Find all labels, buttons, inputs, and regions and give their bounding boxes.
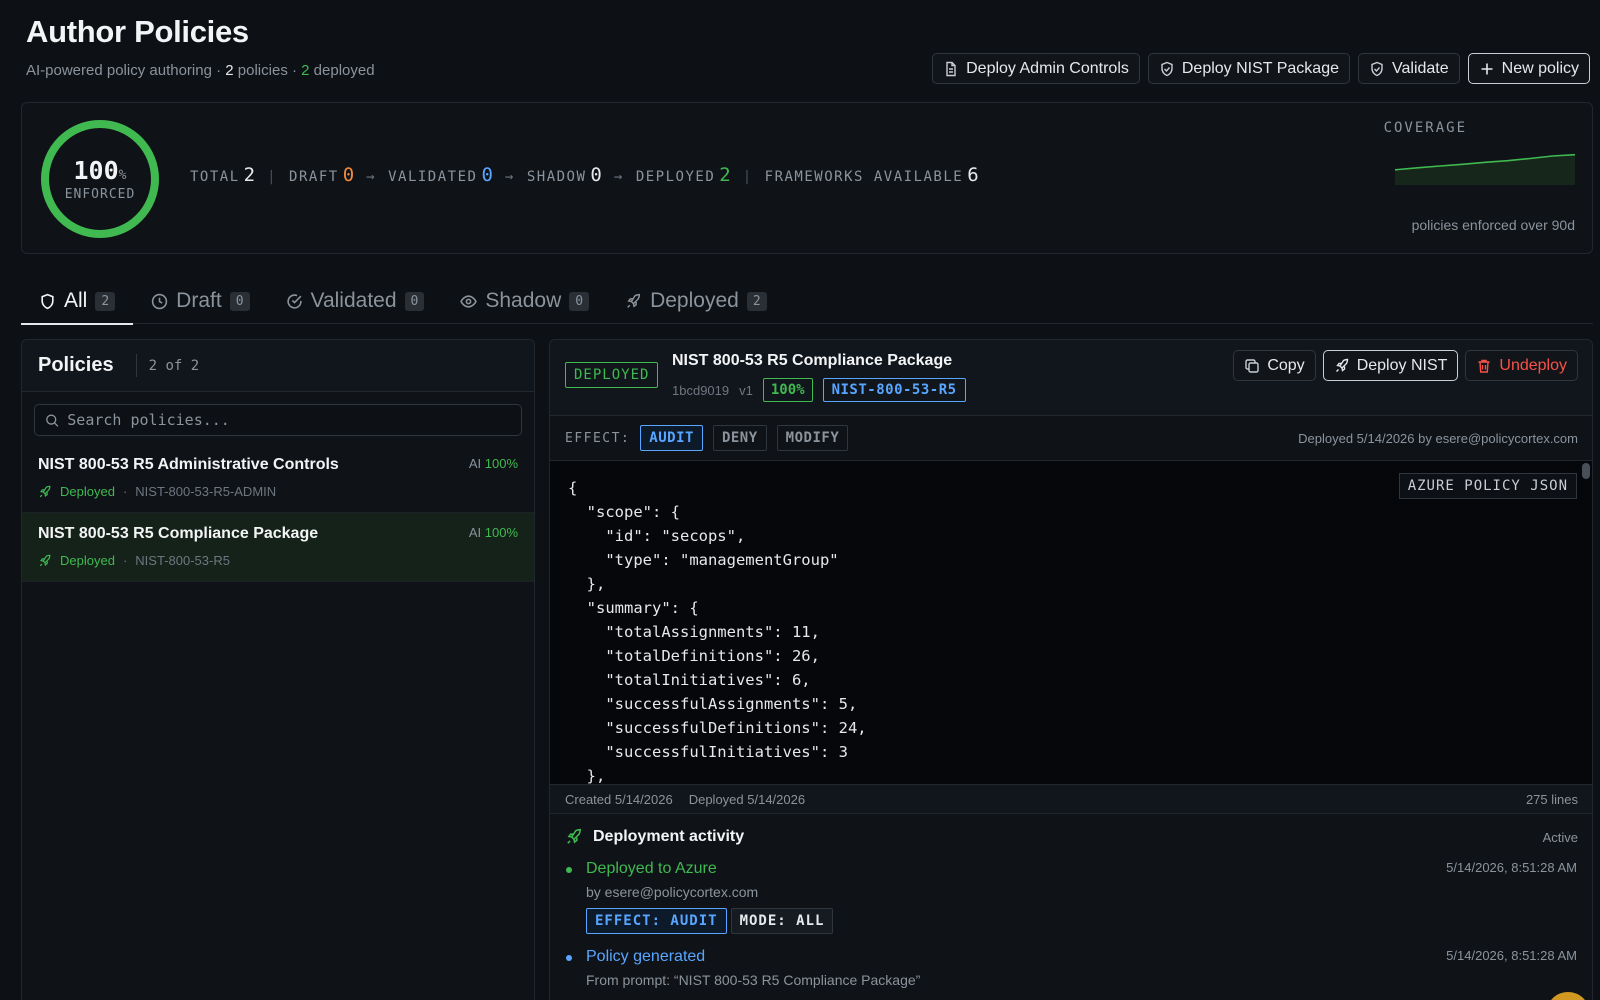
policy-detail-panel: DEPLOYED NIST 800-53 R5 Compliance Packa… bbox=[549, 339, 1593, 1000]
activity-event: Deployed to Azure 5/14/2026, 8:51:28 AM … bbox=[565, 860, 1577, 934]
coverage-title: COVERAGE bbox=[1383, 120, 1467, 136]
search-icon bbox=[46, 413, 59, 427]
deploy-nist-button[interactable]: Deploy NIST bbox=[1322, 350, 1459, 381]
deploy-admin-controls-button[interactable]: Deploy Admin Controls bbox=[932, 53, 1140, 84]
activity-event: Policy generated 5/14/2026, 8:51:28 AM F… bbox=[565, 948, 1577, 988]
page-subtitle: AI-powered policy authoring · 2 policies… bbox=[26, 62, 375, 79]
stat-deployed: DEPLOYED 2 bbox=[635, 164, 731, 186]
code-footer: Created 5/14/2026 Deployed 5/14/2026 275… bbox=[550, 784, 1592, 814]
policy-list-item[interactable]: NIST 800-53 R5 Compliance Package Deploy… bbox=[22, 513, 534, 582]
policy-version: v1 bbox=[739, 382, 753, 398]
event-dot bbox=[566, 955, 572, 961]
pipeline-stats: TOTAL 2 | DRAFT 0 → VALIDATED 0 → SHADOW 0 →… bbox=[190, 164, 979, 186]
stat-total: TOTAL 2 bbox=[190, 164, 256, 186]
status-label: Deployed bbox=[60, 484, 115, 499]
effect-deny-option[interactable]: DENY bbox=[712, 425, 767, 451]
check-circle-icon bbox=[286, 293, 302, 309]
shield-check-icon bbox=[1371, 61, 1383, 76]
stat-validated: VALIDATED 0 bbox=[388, 164, 493, 186]
trash-icon bbox=[1478, 359, 1490, 373]
effect-selector: EFFECT: AUDIT DENY MODIFY Deployed 5/14/… bbox=[550, 416, 1592, 461]
policy-list-item[interactable]: NIST 800-53 R5 Administrative Controls D… bbox=[22, 444, 534, 513]
status-label: Deployed bbox=[60, 553, 115, 568]
search-input[interactable] bbox=[67, 411, 511, 429]
policy-hash: 1bcd9019 bbox=[672, 382, 730, 398]
activity-status: Active bbox=[1542, 830, 1578, 845]
policy-json-viewer[interactable]: { "scope": { "id": "secops", "type": "ma… bbox=[550, 461, 1592, 784]
status-badge: DEPLOYED bbox=[565, 362, 659, 388]
rocket-icon bbox=[1335, 358, 1348, 372]
plus-icon bbox=[1481, 63, 1493, 74]
effect-tag: EFFECT: AUDIT bbox=[586, 908, 727, 934]
stat-shadow: SHADOW 0 bbox=[526, 164, 602, 186]
copy-button[interactable]: Copy bbox=[1233, 350, 1316, 381]
rocket-icon bbox=[567, 828, 581, 844]
ai-score: AI 100% bbox=[468, 456, 518, 471]
coverage-caption: policies enforced over 90d bbox=[1411, 217, 1575, 233]
ai-score: AI 100% bbox=[468, 525, 518, 540]
policy-title: NIST 800-53 R5 Compliance Package bbox=[672, 352, 953, 369]
event-title: Deployed to Azure bbox=[586, 860, 717, 877]
stat-draft: DRAFT 0 bbox=[289, 164, 355, 186]
copy-icon bbox=[1245, 358, 1260, 373]
stat-frameworks: FRAMEWORKS AVAILABLE 6 bbox=[764, 164, 979, 186]
event-by: by esere@policycortex.com bbox=[586, 884, 759, 900]
shield-icon bbox=[41, 293, 54, 309]
json-format-label: AZURE POLICY JSON bbox=[1398, 473, 1577, 499]
tab-shadow[interactable]: Shadow 0 bbox=[442, 278, 607, 324]
new-policy-button[interactable]: New policy bbox=[1467, 53, 1590, 84]
policy-list-count: 2 of 2 bbox=[148, 357, 200, 374]
status-tabs: All 2 Draft 0 Validated 0 Shadow 0 Deplo… bbox=[21, 278, 1593, 325]
effect-audit-option[interactable]: AUDIT bbox=[640, 425, 703, 451]
coverage-area bbox=[1395, 154, 1575, 185]
undeploy-button[interactable]: Undeploy bbox=[1465, 350, 1578, 381]
rocket-icon bbox=[39, 485, 51, 497]
tab-all[interactable]: All 2 bbox=[21, 278, 134, 325]
event-time: 5/14/2026, 8:51:28 AM bbox=[1446, 860, 1577, 875]
policy-code: NIST-800-53-R5 bbox=[135, 553, 230, 568]
deployed-by: Deployed 5/14/2026 by esere@policycortex… bbox=[1298, 430, 1578, 446]
page-title: Author Policies bbox=[26, 14, 249, 49]
policy-detail-header: DEPLOYED NIST 800-53 R5 Compliance Packa… bbox=[550, 340, 1592, 416]
deploy-nist-package-button[interactable]: Deploy NIST Package bbox=[1147, 53, 1350, 84]
mode-tag: MODE: ALL bbox=[730, 908, 834, 934]
code-scrollbar[interactable] bbox=[1582, 463, 1590, 479]
policy-list-header: Policies 2 of 2 bbox=[22, 340, 534, 392]
line-count: 275 lines bbox=[1525, 791, 1578, 807]
policy-json-code: { "scope": { "id": "secops", "type": "ma… bbox=[568, 479, 867, 784]
event-time: 5/14/2026, 8:51:28 AM bbox=[1446, 948, 1577, 963]
header-actions: Deploy Admin Controls Deploy NIST Packag… bbox=[932, 53, 1590, 84]
effect-modify-option[interactable]: MODIFY bbox=[776, 425, 849, 451]
enforced-ring-label: 100% ENFORCED bbox=[64, 156, 136, 202]
event-dot bbox=[566, 867, 572, 873]
eye-icon bbox=[460, 294, 478, 308]
framework-badge: NIST-800-53-R5 bbox=[822, 378, 966, 402]
policy-code: NIST-800-53-R5-ADMIN bbox=[135, 484, 277, 499]
activity-title: Deployment activity bbox=[593, 828, 745, 845]
event-title: Policy generated bbox=[586, 948, 706, 965]
document-icon bbox=[946, 61, 956, 76]
created-date: Created 5/14/2026 bbox=[565, 791, 673, 807]
rocket-icon bbox=[627, 293, 641, 308]
deployed-date: Deployed 5/14/2026 bbox=[688, 791, 806, 807]
coverage-sparkline bbox=[1395, 153, 1575, 185]
rocket-icon bbox=[39, 554, 51, 566]
tab-deployed[interactable]: Deployed 2 bbox=[607, 278, 785, 324]
deployment-activity: Deployment activity Active Deployed to A… bbox=[550, 814, 1592, 1000]
score-badge: 100% bbox=[762, 378, 813, 402]
tab-validated[interactable]: Validated 0 bbox=[268, 278, 443, 324]
shield-check-icon bbox=[1161, 61, 1173, 76]
validate-button[interactable]: Validate bbox=[1358, 53, 1460, 84]
search-box bbox=[34, 404, 522, 436]
policy-list-panel: Policies 2 of 2 NIST 800-53 R5 Administr… bbox=[21, 339, 535, 1000]
policy-list-title: Policies bbox=[38, 354, 137, 377]
stats-panel: 100% ENFORCED TOTAL 2 | DRAFT 0 → VALIDATE… bbox=[21, 102, 1593, 254]
clock-icon bbox=[151, 293, 168, 309]
event-by: From prompt: “NIST 800-53 R5 Compliance … bbox=[586, 972, 921, 988]
tab-draft[interactable]: Draft 0 bbox=[133, 278, 267, 324]
